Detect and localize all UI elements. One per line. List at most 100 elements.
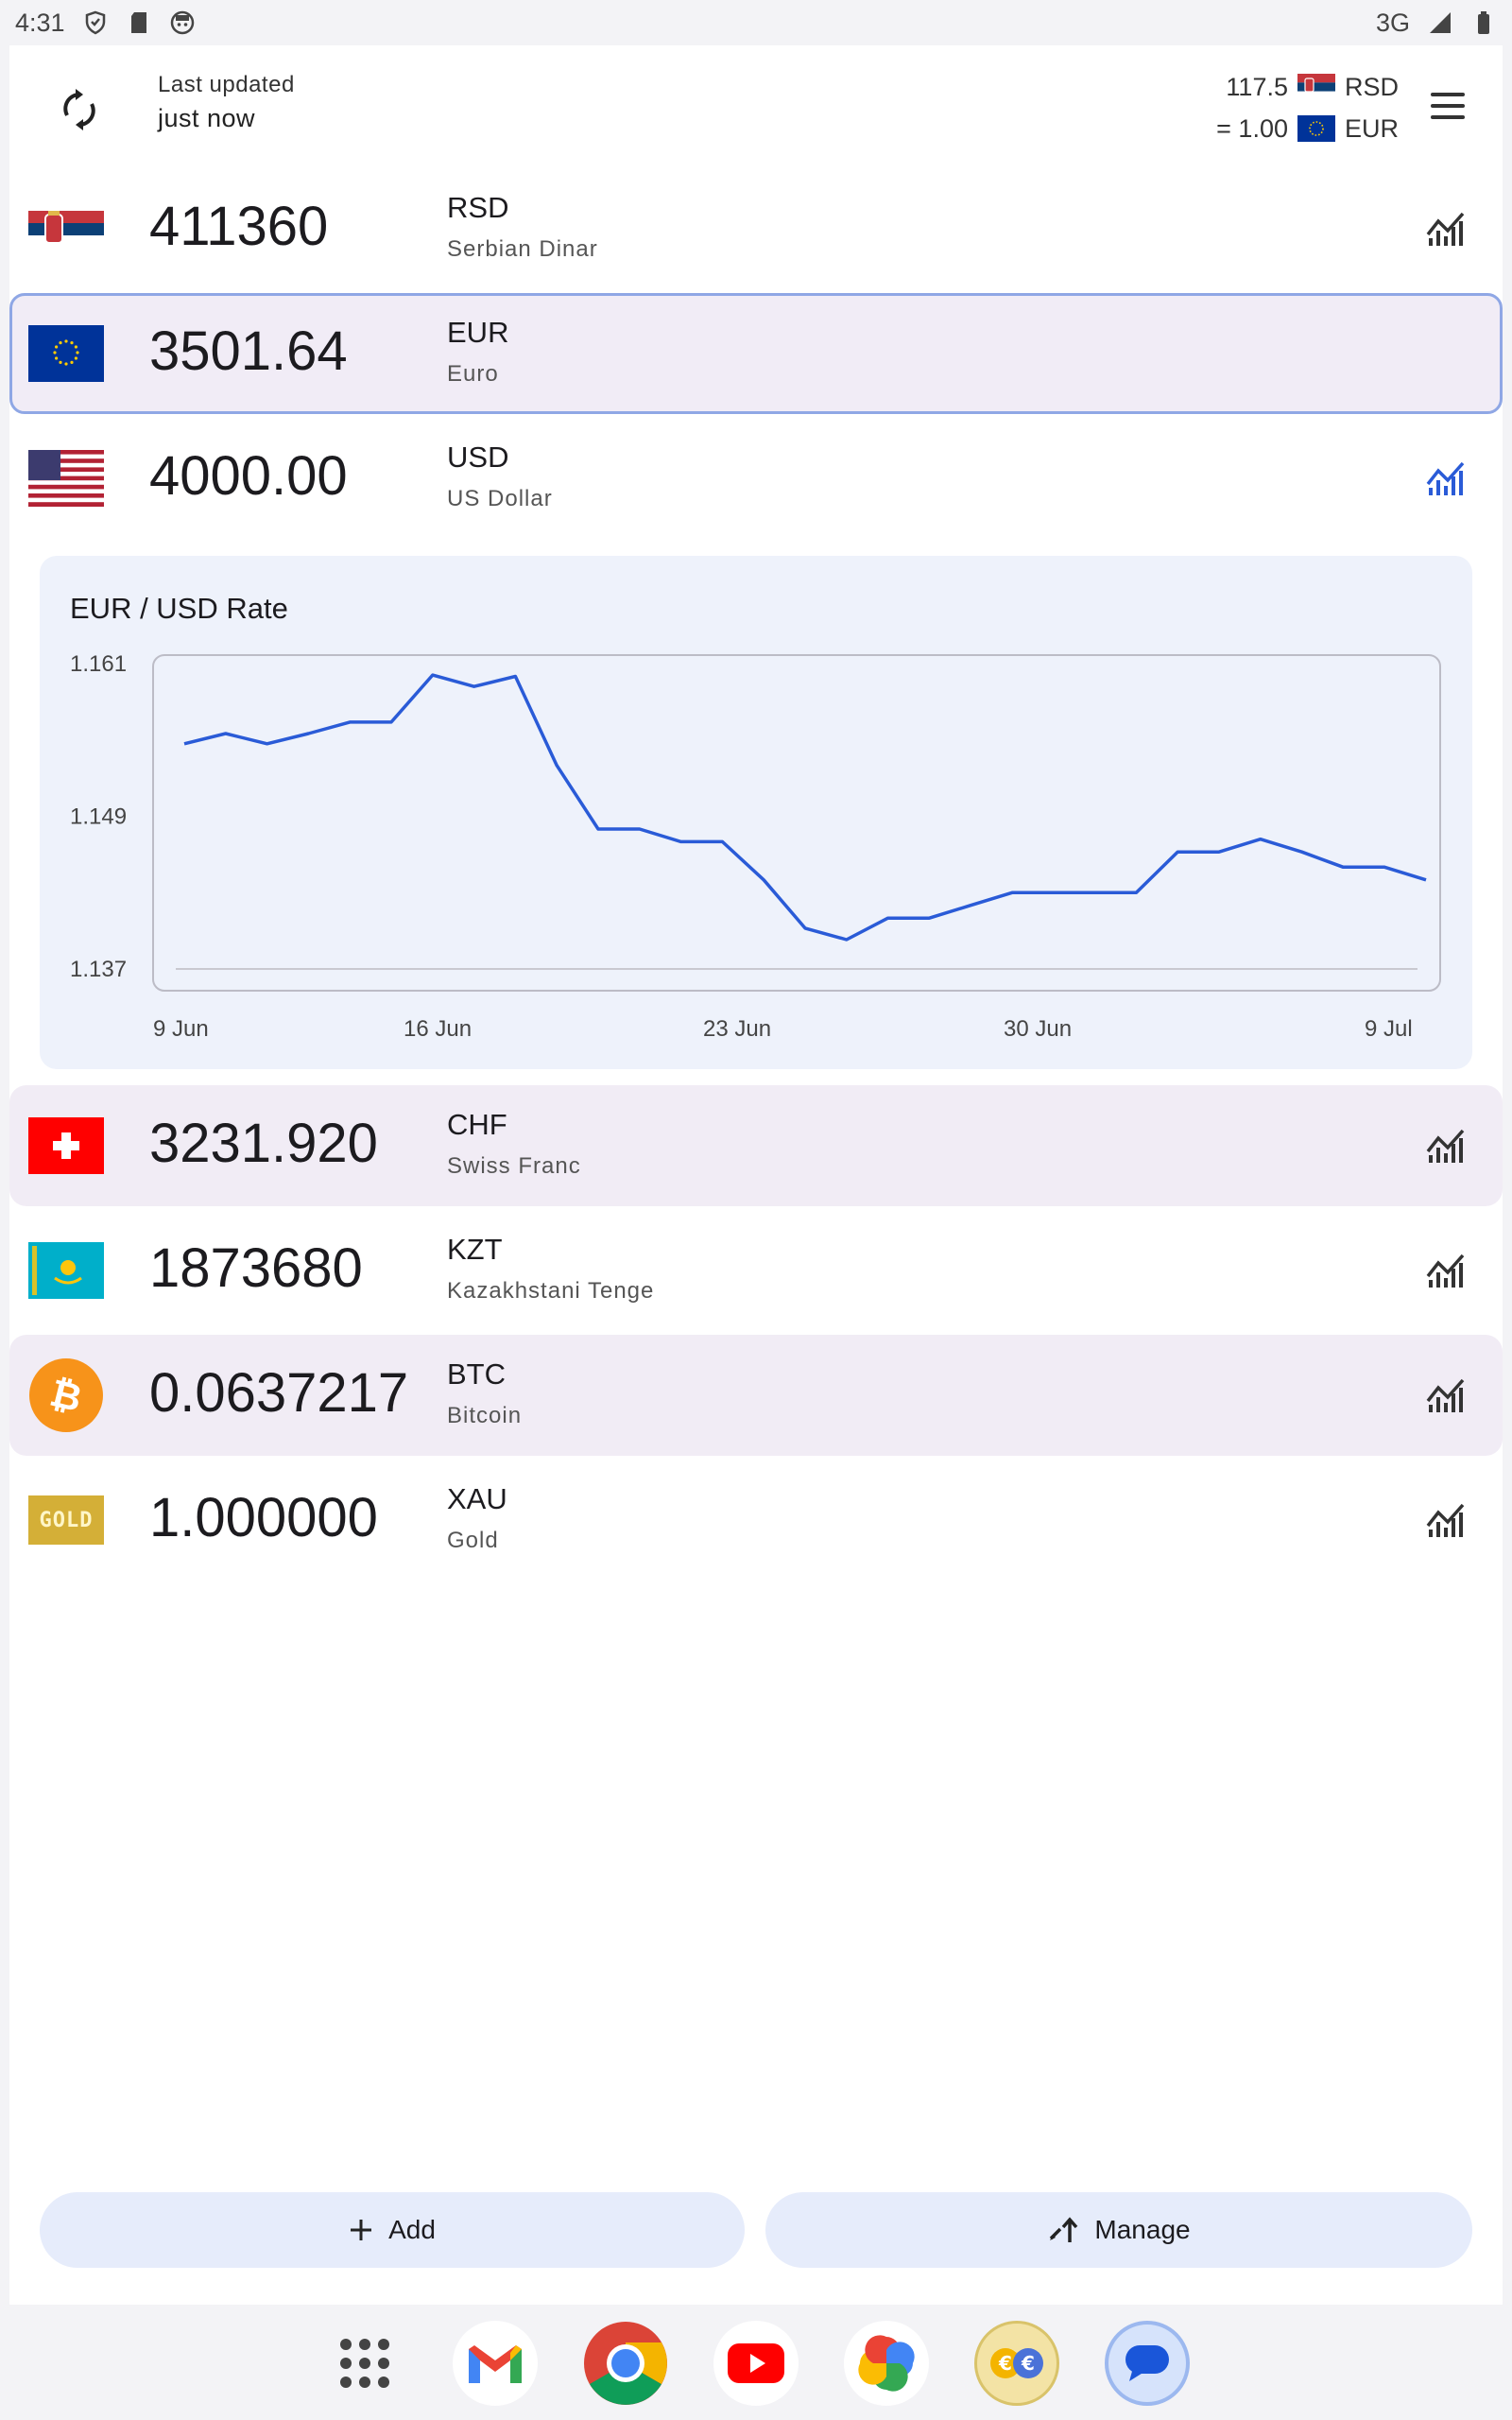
gold-bar-label: GOLD [39,1508,94,1532]
currency-row-eur[interactable]: 3501.64 EUR Euro [9,293,1503,414]
menu-button[interactable] [1427,89,1469,123]
chart-toggle-button[interactable] [1423,1373,1469,1418]
serbia-flag-icon [1297,74,1335,100]
rate-top-code: RSD [1344,72,1399,101]
x-tick-label: 9 Jun [153,1016,209,1042]
currency-converter-icon[interactable]: € € [974,2321,1059,2406]
y-tick-label: 1.161 [70,651,127,677]
rate-chart-card: EUR / USD Rate 1.161 1.149 1.137 9 Jun 16 J… [40,556,1472,1069]
face-icon [169,9,196,36]
network-label: 3G [1375,8,1410,37]
app-drawer-icon[interactable] [322,2321,407,2406]
y-tick-label: 1.137 [70,957,127,982]
signal-icon [1427,9,1453,36]
svg-text:€: € [998,2352,1012,2375]
gmail-icon[interactable] [453,2321,538,2406]
rate-summary: 117.5 RSD = 1.00 EUR [1216,66,1399,149]
currency-code: XAU [447,1482,507,1515]
rate-top-value: 117.5 [1226,72,1288,101]
x-tick-label: 9 Jul [1365,1016,1413,1042]
swiss-flag-icon [28,1117,104,1174]
sd-card-icon [126,9,152,36]
chart-series-line [183,673,1427,942]
currency-name: Swiss Franc [447,1153,581,1179]
plus-icon [351,2220,372,2240]
us-flag-icon [28,450,104,507]
manage-button-label: Manage [1094,2215,1191,2244]
kazakhstan-flag-icon [28,1242,104,1299]
rate-bottom-value: = 1.00 [1216,113,1288,143]
menu-icon-bar [1431,104,1465,108]
currency-amount[interactable]: 4000.00 [149,444,348,508]
x-tick-label: 16 Jun [404,1016,472,1042]
app-window: Last updated just now 117.5 RSD = 1.00 E… [9,45,1503,2305]
eu-flag-icon [28,325,104,382]
photos-icon[interactable] [844,2321,929,2406]
currency-row-xau[interactable]: GOLD 1.000000 XAU Gold [9,1460,1503,1581]
messages-icon[interactable] [1105,2321,1190,2406]
refresh-icon [63,89,95,130]
currency-code: RSD [447,191,509,224]
manage-currencies-button[interactable]: Manage [765,2192,1472,2268]
add-currency-button[interactable]: Add [40,2192,745,2268]
add-button-label: Add [388,2215,436,2244]
svg-text:€: € [1021,2352,1035,2375]
chart-plot-frame [152,654,1441,992]
menu-icon-bar [1431,115,1465,119]
chart-icon [1426,461,1465,495]
chart-toggle-button[interactable] [1423,1123,1469,1168]
currency-code: USD [447,441,509,474]
rate-bottom-code: EUR [1344,113,1399,143]
currency-row-kzt[interactable]: 1873680 KZT Kazakhstani Tenge [9,1210,1503,1331]
status-time: 4:31 [15,8,65,37]
y-tick-label: 1.149 [70,804,127,830]
x-tick-label: 30 Jun [1004,1016,1072,1042]
reorder-edit-icon [1050,2217,1078,2242]
chart-toggle-button[interactable] [1423,456,1469,501]
top-bar: Last updated just now 117.5 RSD = 1.00 E… [9,45,1503,166]
chart-toggle-button[interactable] [1423,206,1469,251]
shield-icon [82,9,109,36]
currency-name: Serbian Dinar [447,236,598,262]
currency-name: Kazakhstani Tenge [447,1278,655,1304]
currency-name: Euro [447,361,499,387]
chrome-icon[interactable] [583,2321,668,2406]
serbia-flag-icon [28,200,104,257]
menu-icon-bar [1431,93,1465,96]
chart-toggle-button[interactable] [1423,1248,1469,1293]
currency-row-btc[interactable]: ₿ 0.0637217 BTC Bitcoin [9,1335,1503,1456]
currency-amount[interactable]: 0.0637217 [149,1361,408,1425]
last-updated-value: just now [158,104,256,132]
bitcoin-icon: ₿ [28,1357,104,1433]
currency-code: CHF [447,1108,507,1141]
chart-icon [1426,1253,1465,1288]
chart-icon [1426,1378,1465,1412]
currency-name: Bitcoin [447,1403,523,1428]
currency-amount[interactable]: 3231.920 [149,1112,378,1175]
status-bar: 4:31 3G [0,0,1512,45]
app-dock: € € [0,2307,1512,2420]
currency-code: EUR [447,316,509,349]
currency-amount[interactable]: 1873680 [149,1236,363,1300]
chart-toggle-button[interactable] [1423,1497,1469,1543]
gold-bar-icon: GOLD [28,1495,104,1545]
currency-amount[interactable]: 3501.64 [149,320,348,383]
currency-row-chf[interactable]: 3231.920 CHF Swiss Franc [9,1085,1503,1206]
youtube-icon[interactable] [713,2321,799,2406]
eu-flag-icon [1297,115,1335,142]
x-tick-label: 23 Jun [703,1016,771,1042]
currency-name: US Dollar [447,486,553,511]
chart-icon [1426,1503,1465,1537]
currency-row-rsd[interactable]: 411360 RSD Serbian Dinar [9,168,1503,289]
currency-row-usd[interactable]: 4000.00 USD US Dollar [9,418,1503,539]
currency-name: Gold [447,1528,499,1553]
chart-icon [1426,1129,1465,1163]
refresh-button[interactable] [51,81,108,138]
battery-icon [1470,9,1497,36]
last-updated-label: Last updated [158,72,295,97]
currency-amount[interactable]: 1.000000 [149,1486,378,1549]
currency-amount[interactable]: 411360 [149,195,328,258]
rate-chart[interactable]: 1.161 1.149 1.137 9 Jun 16 Jun 23 Jun 30 Jun 9… [40,556,1472,1069]
currency-code: BTC [447,1357,506,1391]
currency-code: KZT [447,1233,503,1266]
